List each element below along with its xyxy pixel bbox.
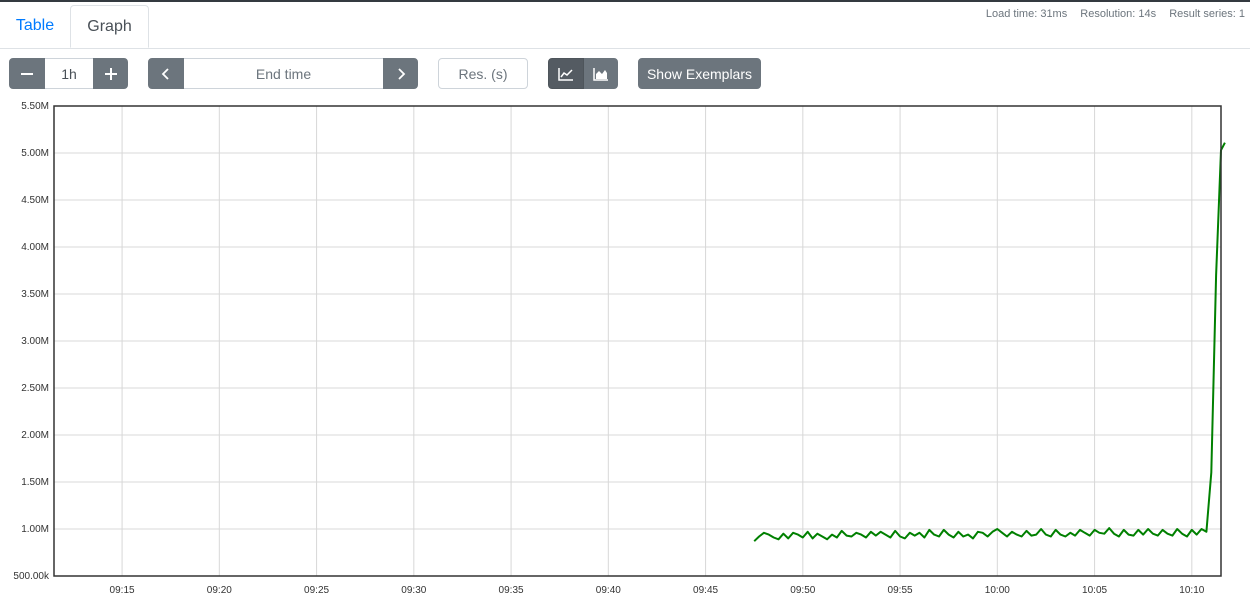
range-input[interactable]: 1h xyxy=(45,58,93,89)
decrease-range-button[interactable] xyxy=(9,58,45,89)
y-tick-label: 500.00k xyxy=(13,571,50,582)
show-exemplars-button[interactable]: Show Exemplars xyxy=(638,58,761,89)
resolution-stat: Resolution: 14s xyxy=(1080,8,1157,20)
top-border xyxy=(0,0,1250,2)
y-tick-label: 5.50M xyxy=(21,101,49,112)
y-tick-label: 4.00M xyxy=(21,242,49,253)
increase-range-button[interactable] xyxy=(93,58,128,89)
end-time-input[interactable]: End time xyxy=(184,58,383,89)
x-tick-label: 10:10 xyxy=(1179,585,1204,596)
stacked-chart-button[interactable] xyxy=(584,58,618,89)
next-time-button[interactable] xyxy=(383,58,418,89)
query-stats: Load time: 31ms Resolution: 14s Result s… xyxy=(976,8,1245,20)
resolution-input[interactable]: Res. (s) xyxy=(438,58,528,89)
chevron-right-icon xyxy=(397,67,405,80)
x-tick-label: 09:35 xyxy=(499,585,524,596)
x-axis: 09:15 09:20 09:25 09:30 09:35 09:40 09:45 09:50… xyxy=(110,585,1205,596)
y-tick-label: 3.50M xyxy=(21,289,49,300)
previous-time-button[interactable] xyxy=(148,58,184,89)
y-tick-label: 2.00M xyxy=(21,430,49,441)
tab-table[interactable]: Table xyxy=(0,5,70,47)
chart-grid xyxy=(54,106,1221,576)
y-tick-label: 4.50M xyxy=(21,195,49,206)
x-tick-label: 09:45 xyxy=(693,585,718,596)
load-time: Load time: 31ms xyxy=(985,8,1068,20)
result-series-stat: Result series: 1 xyxy=(1169,8,1245,20)
y-tick-label: 1.50M xyxy=(21,477,49,488)
area-chart-icon xyxy=(593,67,608,81)
x-tick-label: 09:15 xyxy=(110,585,135,596)
x-tick-label: 09:25 xyxy=(304,585,329,596)
x-tick-label: 09:50 xyxy=(790,585,815,596)
series-line-0 xyxy=(753,142,1226,542)
x-tick-label: 09:30 xyxy=(401,585,426,596)
y-tick-label: 2.50M xyxy=(21,383,49,394)
x-tick-label: 09:55 xyxy=(888,585,913,596)
plus-icon xyxy=(104,67,117,80)
tab-graph[interactable]: Graph xyxy=(70,5,149,48)
x-tick-label: 09:40 xyxy=(596,585,621,596)
graph-chart: 500.00k 1.00M 1.50M 2.00M 2.50M 3.00M 3.50M 4.0… xyxy=(13,101,1226,596)
x-tick-label: 10:00 xyxy=(985,585,1010,596)
chart-series xyxy=(753,142,1226,542)
x-tick-label: 09:20 xyxy=(207,585,232,596)
y-axis: 500.00k 1.00M 1.50M 2.00M 2.50M 3.00M 3.50M 4.0… xyxy=(13,101,50,582)
y-tick-label: 5.00M xyxy=(21,148,49,159)
minus-icon xyxy=(21,72,33,75)
line-chart-icon xyxy=(558,67,573,81)
x-tick-label: 10:05 xyxy=(1082,585,1107,596)
chevron-left-icon xyxy=(161,67,169,80)
y-tick-label: 3.00M xyxy=(21,336,49,347)
y-tick-label: 1.00M xyxy=(21,524,49,535)
line-chart-button[interactable] xyxy=(548,58,584,89)
